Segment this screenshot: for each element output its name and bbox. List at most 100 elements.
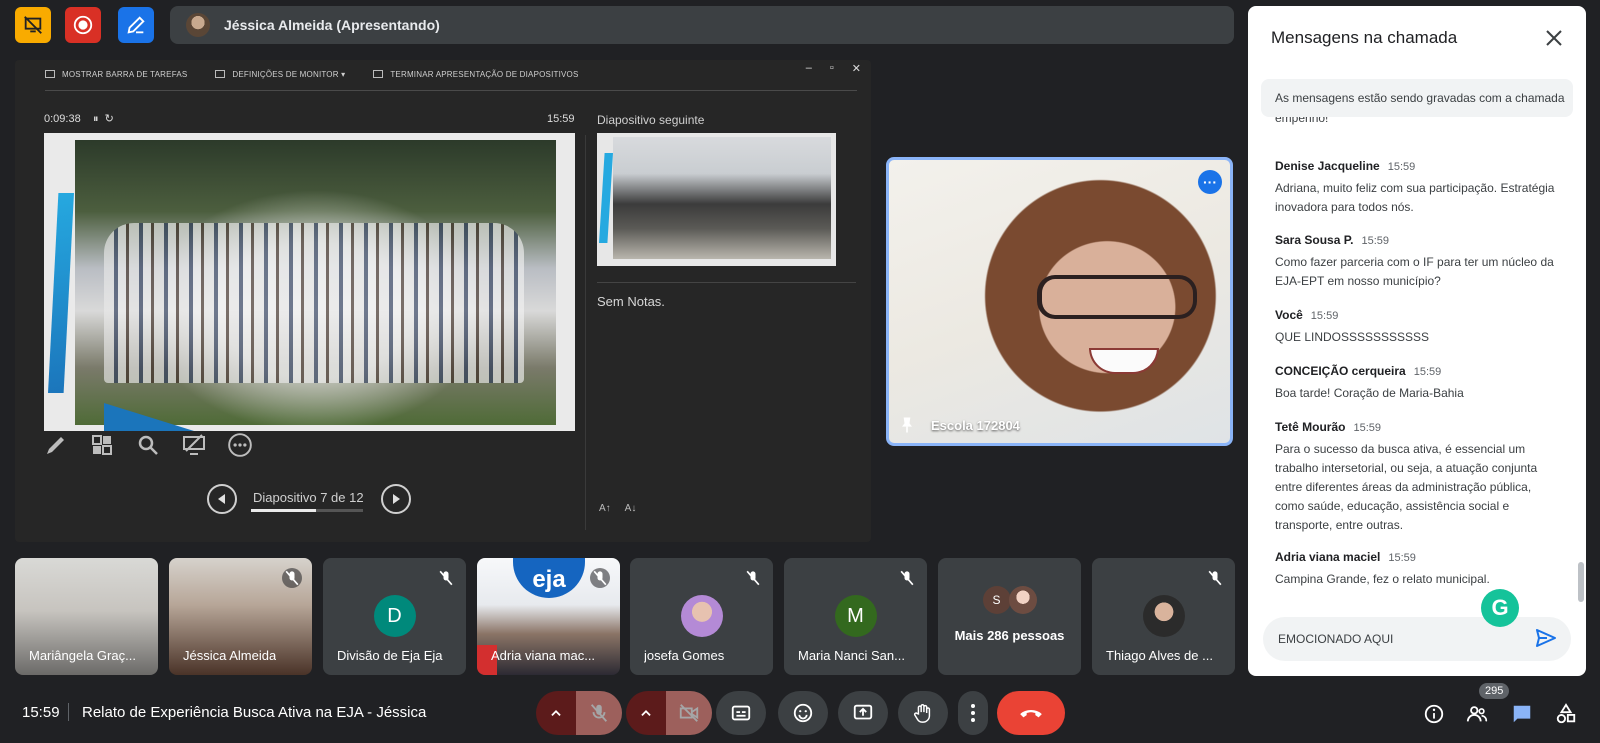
camera-toggle-button[interactable]	[666, 691, 712, 735]
participant-name: josefa Gomes	[644, 648, 725, 663]
participant-name: Adria viana mac...	[491, 648, 596, 663]
decrease-font-icon[interactable]: A↓	[625, 503, 637, 514]
more-options-button[interactable]	[958, 691, 988, 735]
participant-name: Thiago Alves de ...	[1106, 648, 1213, 663]
end-slideshow-button[interactable]: TERMINAR APRESENTAÇÃO DE DIAPOSITIVOS	[373, 70, 578, 79]
show-taskbar-button[interactable]: MOSTRAR BARRA DE TAREFAS	[45, 70, 187, 79]
present-button[interactable]	[838, 691, 888, 735]
black-screen-button[interactable]	[181, 432, 207, 458]
message-sender: CONCEIÇÃO cerqueira	[1275, 364, 1406, 378]
participant-name: Divisão de Eja Eja	[337, 648, 443, 663]
hang-up-icon	[1020, 710, 1042, 718]
participant-tile[interactable]: Mariângela Graç...	[15, 558, 158, 675]
participant-tile[interactable]: Jéssica Almeida	[169, 558, 312, 675]
slideshow-clock: 15:59	[547, 113, 575, 125]
mic-options-button[interactable]	[536, 691, 576, 735]
people-icon	[1466, 706, 1488, 722]
chat-title: Mensagens na chamada	[1271, 28, 1458, 47]
grammarly-icon[interactable]: G	[1481, 589, 1519, 627]
triangle-right-icon	[393, 494, 400, 504]
message-text: QUE LINDOSSSSSSSSSSS	[1275, 330, 1430, 344]
magnifier-icon	[138, 435, 158, 455]
participant-name: Mariângela Graç...	[29, 648, 136, 663]
chat-messages[interactable]: empenho! Denise Jacqueline 15:59 Adriana,…	[1248, 117, 1586, 587]
group-photo-people	[104, 223, 524, 383]
monitor-settings-button[interactable]: DEFINIÇÕES DE MONITOR ▾	[215, 70, 345, 79]
more-vertical-icon	[971, 704, 975, 722]
message-text: Campina Grande, fez o relato municipal.	[1275, 572, 1490, 586]
camera-options-button[interactable]	[626, 691, 666, 735]
next-slide-button[interactable]	[381, 484, 411, 514]
triangle-left-icon	[218, 494, 225, 504]
more-participants-label: Mais 286 pessoas	[954, 628, 1065, 643]
see-all-slides-button[interactable]	[89, 432, 115, 458]
participant-avatar	[1142, 595, 1185, 637]
participant-avatar: D	[373, 595, 416, 637]
message-sender: Denise Jacqueline	[1275, 159, 1380, 173]
close-icon[interactable]: ✕	[852, 62, 861, 75]
chat-input[interactable]	[1263, 617, 1571, 661]
end-slideshow-icon	[373, 70, 384, 78]
people-button[interactable]	[1465, 702, 1489, 726]
reactions-button[interactable]	[778, 691, 828, 735]
raise-hand-button[interactable]	[898, 691, 948, 735]
more-participants-tile[interactable]: S Mais 286 pessoas	[938, 558, 1081, 675]
meeting-details-button[interactable]	[1422, 702, 1446, 726]
screen-off-icon	[183, 434, 205, 455]
no-present-icon-button[interactable]	[15, 7, 51, 43]
leave-call-button[interactable]	[997, 691, 1065, 735]
slide-tools	[43, 432, 253, 458]
featured-video[interactable]: ··· Escola 172804	[886, 157, 1233, 446]
more-options-button[interactable]	[227, 432, 253, 458]
mic-off-icon	[900, 570, 914, 586]
monitor-off-icon	[24, 16, 42, 34]
zoom-button[interactable]	[135, 432, 161, 458]
minimize-icon[interactable]: –	[806, 62, 812, 75]
message-time: 15:59	[1413, 366, 1442, 378]
participant-tile[interactable]: D Divisão de Eja Eja	[323, 558, 466, 675]
send-icon[interactable]	[1534, 626, 1558, 650]
captions-button[interactable]	[716, 691, 766, 735]
participant-tile[interactable]: Thiago Alves de ...	[1092, 558, 1235, 675]
mic-off-icon	[590, 704, 608, 722]
restore-icon[interactable]: ▫	[830, 62, 834, 75]
info-icon	[1424, 704, 1444, 724]
more-options-icon[interactable]: ···	[1198, 170, 1222, 194]
message-time: 15:59	[1361, 235, 1390, 247]
chat-message: Tetê Mourão 15:59 Para o sucesso da busca…	[1275, 418, 1560, 535]
recording-button[interactable]	[65, 7, 101, 43]
message-text: Adriana, muito feliz com sua participaçã…	[1275, 181, 1555, 214]
participant-tile[interactable]: M Maria Nanci San...	[784, 558, 927, 675]
close-icon[interactable]	[1542, 26, 1566, 50]
featured-participant-name: Escola 172804	[931, 418, 1020, 433]
chat-scrollbar[interactable]	[1578, 562, 1584, 602]
message-time: 15:59	[1353, 422, 1381, 434]
speaker-notes: Sem Notas.	[597, 294, 665, 309]
chat-message: Adria viana maciel 15:59 Campina Grande, …	[1275, 548, 1560, 587]
current-slide	[44, 133, 575, 431]
participant-tile[interactable]: josefa Gomes	[630, 558, 773, 675]
thumb-accent	[599, 153, 613, 243]
slide-counter: Diapositivo 7 de 12	[253, 490, 364, 505]
activities-button[interactable]	[1554, 702, 1578, 726]
whiteboard-button[interactable]	[118, 7, 154, 43]
pause-icon[interactable]: ⏸	[93, 113, 99, 125]
pin-icon[interactable]	[897, 415, 917, 435]
message-sender: Adria viana maciel	[1275, 550, 1381, 564]
chevron-up-icon	[551, 710, 561, 716]
mic-off-icon	[746, 570, 760, 586]
mic-toggle-button[interactable]	[576, 691, 622, 735]
participant-tile[interactable]: eja Adria viana mac...	[477, 558, 620, 675]
message-sender: Você	[1275, 308, 1303, 322]
previous-slide-button[interactable]	[207, 484, 237, 514]
reset-icon[interactable]: ↻	[105, 113, 114, 125]
pen-tool-button[interactable]	[43, 432, 69, 458]
increase-font-icon[interactable]: A↑	[599, 503, 611, 514]
next-slide-thumbnail[interactable]	[597, 133, 836, 266]
meeting-clock: 15:59	[22, 704, 60, 721]
presenter-bar[interactable]: Jéssica Almeida (Apresentando)	[170, 6, 1234, 44]
participant-smile	[1089, 348, 1159, 374]
chat-button[interactable]	[1510, 702, 1534, 726]
chat-message: Você 15:59 QUE LINDOSSSSSSSSSSS	[1275, 306, 1560, 347]
window-controls: – ▫ ✕	[806, 62, 861, 75]
